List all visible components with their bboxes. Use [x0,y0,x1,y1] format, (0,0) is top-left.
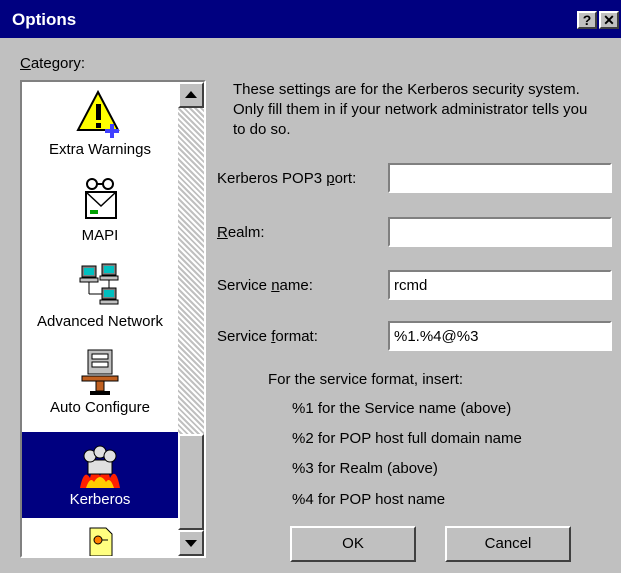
help-icon: ? [582,12,592,28]
label-accel: p [326,170,335,187]
arrow-down-icon [185,540,197,547]
mapi-icon [85,178,117,219]
realm-label: Realm: [217,224,265,241]
category-item-label: MAPI [81,227,119,244]
scroll-thumb[interactable] [178,434,204,530]
title-bar: Options ? ✕ [0,0,621,38]
pop3-port-label: Kerberos POP3 port: [217,170,356,187]
category-label: Category: [20,55,85,72]
scroll-down-button[interactable] [178,530,204,556]
label-accel: n [271,277,280,294]
hint-line: %2 for POP host full domain name [292,430,522,447]
category-list[interactable]: Extra Warnings MAPI Advanced Network Aut… [20,80,206,558]
label-text: Service [217,328,272,345]
category-item-label: Extra Warnings [49,141,151,158]
category-label-accel: C [20,55,31,72]
certificate-icon [89,527,113,556]
label-text: ormat: [275,328,318,345]
hint-line: %3 for Realm (above) [292,460,438,477]
category-item-certificate[interactable] [22,526,178,556]
label-text: Service [217,277,272,294]
pop3-port-field[interactable] [388,163,612,193]
label-text: ame: [279,277,313,294]
window-title: Options [12,10,77,29]
label-accel: R [217,224,228,241]
category-item-label: Kerberos [69,491,131,508]
kerberos-icon [80,445,120,488]
category-label-text: ategory: [30,55,86,72]
hint-line: %4 for POP host name [292,491,446,508]
service-format-field[interactable] [388,321,612,351]
category-item-label: Advanced Network [37,313,163,330]
hint-line: %1 for the Service name (above) [292,400,512,417]
category-item-kerberos[interactable]: Kerberos [22,432,178,518]
network-icon [79,263,119,305]
cancel-button[interactable]: Cancel [445,526,571,562]
warning-icon [76,89,120,138]
ok-button[interactable]: OK [290,526,416,562]
hint-heading: For the service format, insert: [268,371,464,388]
realm-field[interactable] [388,217,612,247]
category-scrollbar[interactable] [178,82,204,556]
close-button[interactable]: ✕ [599,11,619,29]
label-text: ort: [334,170,357,187]
category-item-label: Auto Configure [49,399,151,416]
close-icon: ✕ [603,12,615,28]
kerberos-description: These settings are for the Kerberos secu… [233,81,588,138]
service-name-field[interactable] [388,270,612,300]
arrow-up-icon [185,91,197,98]
scroll-up-button[interactable] [178,82,204,108]
service-name-label: Service name: [217,277,313,294]
auto-configure-icon [81,349,119,395]
label-text: Kerberos POP3 [217,170,327,187]
label-text: ealm: [227,224,265,241]
category-item-advanced-network[interactable]: Advanced Network [22,260,178,331]
category-item-extra-warnings[interactable]: Extra Warnings [22,88,178,159]
category-item-auto-configure[interactable]: Auto Configure [22,346,178,417]
category-item-mapi[interactable]: MAPI [22,174,178,245]
help-button[interactable]: ? [577,11,597,29]
service-format-label: Service format: [217,328,318,345]
